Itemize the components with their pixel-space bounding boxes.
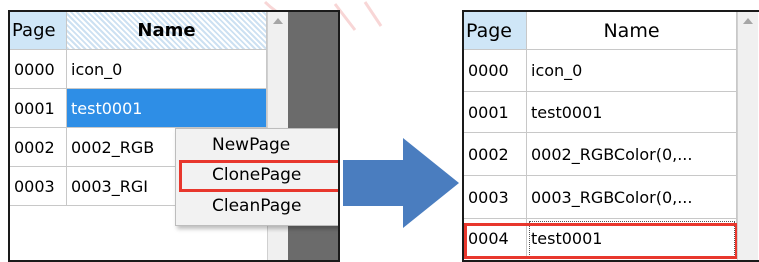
column-header-page-label: Page — [12, 20, 56, 41]
page-list-after: Page Name 0000 icon_0 0001 test0001 0002… — [462, 10, 759, 262]
table-row-selected[interactable]: 0001 test0001 — [10, 89, 267, 128]
page-cell: 0003 — [10, 167, 67, 206]
scroll-up-arrow-icon[interactable] — [743, 18, 753, 24]
scroll-up-arrow-icon[interactable] — [273, 18, 283, 24]
column-header-page-label: Page — [466, 19, 512, 42]
page-cell: 0000 — [10, 50, 67, 89]
table-row[interactable]: 0002 0002_RGBColor(0,... — [464, 133, 737, 176]
column-header-name-label: Name — [603, 19, 660, 42]
page-cell: 0003 — [464, 176, 527, 219]
new-row-highlight-box — [464, 223, 738, 259]
name-cell: icon_0 — [527, 50, 737, 92]
name-cell: test0001 — [527, 92, 737, 133]
column-header-name-label: Name — [137, 20, 196, 41]
vertical-scrollbar[interactable] — [737, 12, 758, 260]
page-cell: 0001 — [10, 89, 67, 128]
clonepage-highlight-box — [179, 160, 338, 192]
name-cell: icon_0 — [67, 50, 267, 89]
name-cell: 0003_RGBColor(0,... — [527, 176, 737, 219]
column-header-page[interactable]: Page — [464, 12, 527, 50]
table-row[interactable]: 0001 test0001 — [464, 92, 737, 133]
name-cell: test0001 — [67, 89, 267, 128]
table-row[interactable]: 0000 icon_0 — [10, 50, 267, 89]
page-cell: 0001 — [464, 92, 527, 133]
column-header-name[interactable]: Name — [67, 12, 267, 50]
name-cell: 0002_RGBColor(0,... — [527, 133, 737, 176]
table-row[interactable]: 0003 0003_RGBColor(0,... — [464, 176, 737, 219]
page-list-before: Page Name 0000 icon_0 0001 test0001 0002… — [8, 10, 340, 262]
page-cell: 0000 — [464, 50, 527, 92]
right-arrow-icon — [343, 138, 459, 228]
page-cell: 0002 — [10, 128, 67, 167]
context-menu: NewPage ClonePage CleanPage — [175, 128, 338, 226]
page-cell: 0002 — [464, 133, 527, 176]
menu-item-cleanpage[interactable]: CleanPage — [212, 196, 301, 216]
column-header-name[interactable]: Name — [527, 12, 737, 50]
table-row[interactable]: 0000 icon_0 — [464, 50, 737, 92]
column-header-page[interactable]: Page — [10, 12, 67, 50]
menu-item-newpage[interactable]: NewPage — [212, 135, 290, 155]
